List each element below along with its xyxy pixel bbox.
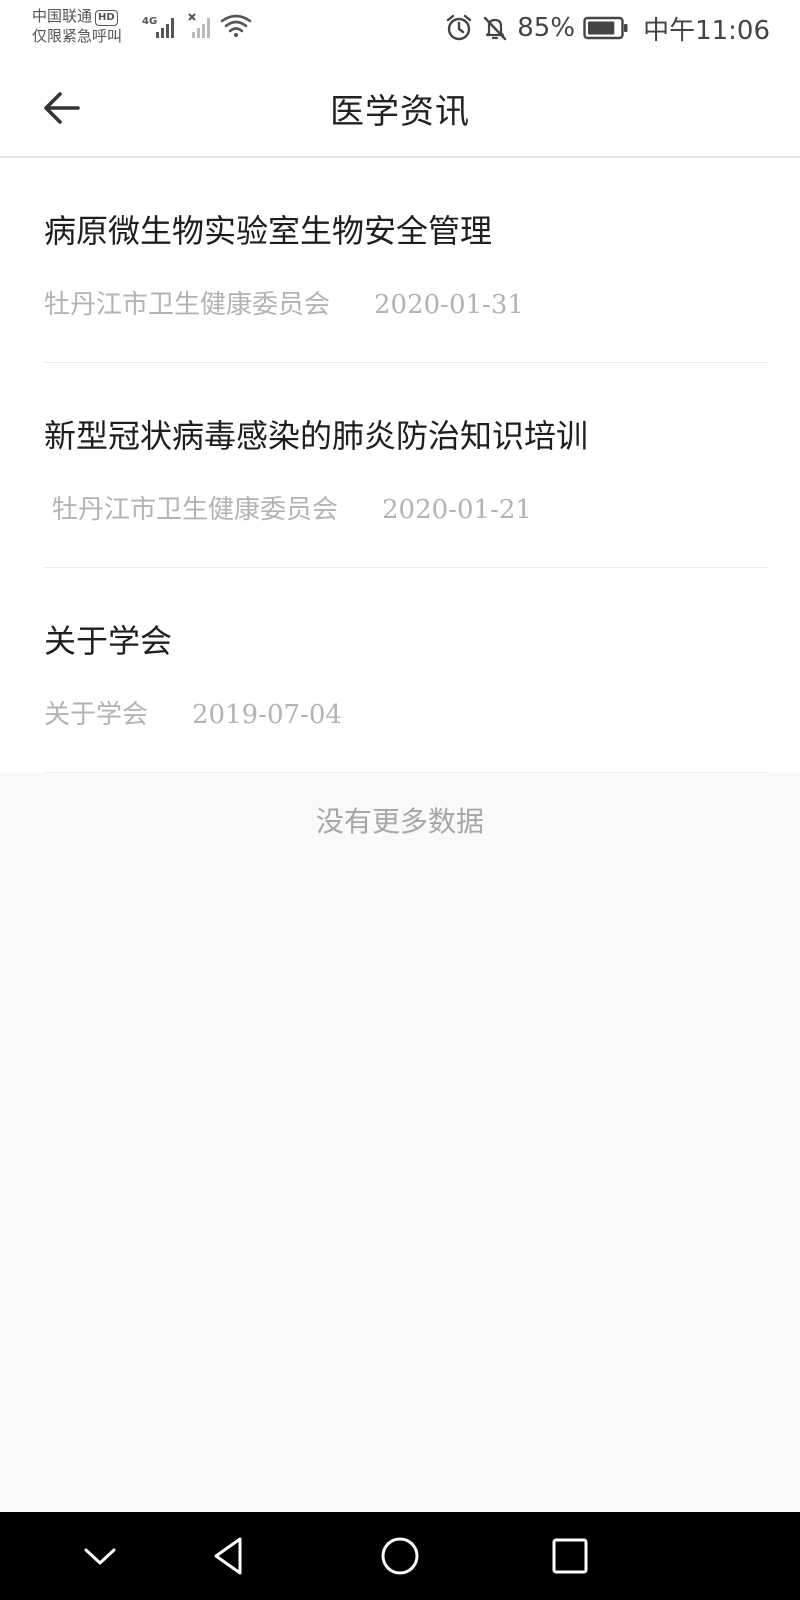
news-source: 关于学会 xyxy=(44,700,149,730)
news-title: 病原微生物实验室生物安全管理 xyxy=(44,212,493,250)
square-recents-icon xyxy=(552,1538,588,1574)
no-signal-icon xyxy=(188,13,210,38)
no-more-data-label: 没有更多数据 xyxy=(315,805,484,838)
news-title: 新型冠状病毒感染的肺炎防治知识培训 xyxy=(44,417,589,455)
nav-home-button[interactable] xyxy=(378,1534,422,1578)
alarm-icon xyxy=(447,14,472,41)
nav-collapse-button[interactable] xyxy=(78,1534,122,1578)
nav-back-button[interactable] xyxy=(208,1534,252,1578)
wifi-icon xyxy=(220,14,252,37)
signal-indicators: 4G xyxy=(142,12,254,40)
cell-signal-icon xyxy=(156,18,174,38)
news-title: 关于学会 xyxy=(44,622,173,660)
battery-percent: 85% xyxy=(517,13,576,43)
nav-recents-button[interactable] xyxy=(548,1534,592,1578)
news-list: 病原微生物实验室生物安全管理 牡丹江市卫生健康委员会 2020-01-31 新型冠… xyxy=(0,158,800,773)
news-date: 2020-01-31 xyxy=(374,290,524,320)
page-title: 医学资讯 xyxy=(330,92,470,132)
app-header: 医学资讯 xyxy=(0,56,800,158)
news-source: 牡丹江市卫生健康委员会 xyxy=(52,495,339,525)
news-item[interactable]: 关于学会 关于学会 2019-07-04 xyxy=(0,568,800,773)
network-type-label: 4G xyxy=(142,16,157,27)
chevron-down-icon xyxy=(84,1548,116,1565)
news-source: 牡丹江市卫生健康委员会 xyxy=(44,290,331,320)
clock: 中午11:06 xyxy=(643,15,770,46)
system-nav-bar xyxy=(0,1512,800,1600)
muted-bell-icon xyxy=(484,16,507,41)
news-item[interactable]: 病原微生物实验室生物安全管理 牡丹江市卫生健康委员会 2020-01-31 xyxy=(0,158,800,363)
news-item[interactable]: 新型冠状病毒感染的肺炎防治知识培训 牡丹江市卫生健康委员会 2020-01-21 xyxy=(0,363,800,568)
news-date: 2019-07-04 xyxy=(192,700,342,730)
triangle-back-icon xyxy=(214,1537,242,1575)
battery-icon xyxy=(583,16,628,40)
screen: 中国联通 HD 仅限紧急呼叫 4G 85% 中午11:06 医学资讯 病原微生物… xyxy=(0,0,800,1600)
hd-badge: HD xyxy=(95,10,118,26)
news-date: 2020-01-21 xyxy=(382,495,532,525)
news-meta: 牡丹江市卫生健康委员会 2020-01-31 xyxy=(44,284,524,321)
news-meta: 牡丹江市卫生健康委员会 2020-01-21 xyxy=(52,489,532,526)
carrier-info: 中国联通 HD 仅限紧急呼叫 xyxy=(32,6,122,46)
status-bar: 中国联通 HD 仅限紧急呼叫 4G 85% 中午11:06 xyxy=(0,0,800,56)
emergency-calls-only: 仅限紧急呼叫 xyxy=(32,27,123,45)
carrier-name: 中国联通 xyxy=(32,7,93,25)
status-right: 85% 中午11:06 xyxy=(445,10,770,46)
news-meta: 关于学会 2019-07-04 xyxy=(44,694,342,731)
circle-home-icon xyxy=(381,1537,419,1575)
